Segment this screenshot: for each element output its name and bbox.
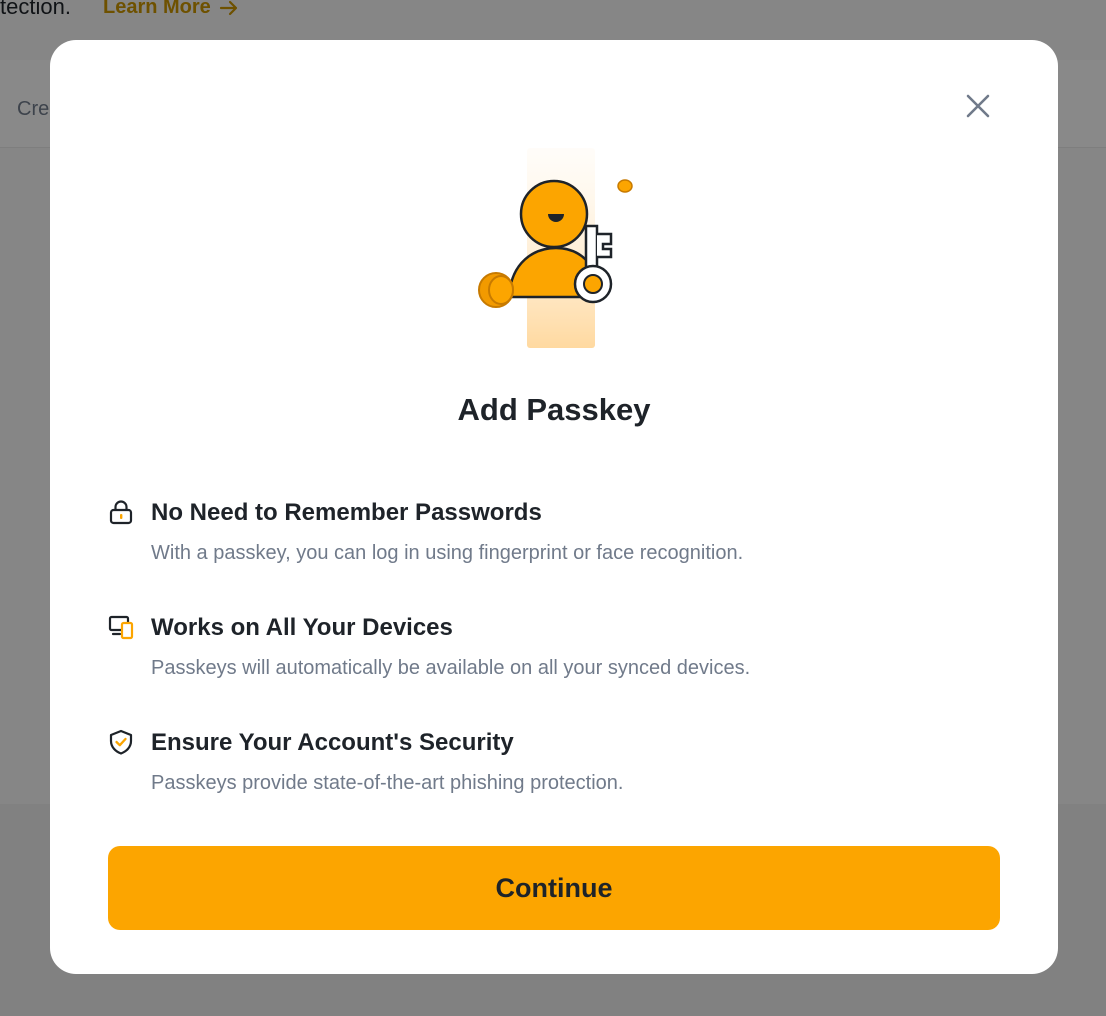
add-passkey-modal: Add Passkey No Need to Remember Password… xyxy=(50,40,1058,974)
continue-button[interactable]: Continue xyxy=(108,846,1000,930)
close-icon xyxy=(966,94,990,118)
feature-description: Passkeys provide state-of-the-art phishi… xyxy=(151,772,624,794)
feature-description: With a passkey, you can log in using fin… xyxy=(151,542,744,564)
shield-check-icon xyxy=(109,729,133,755)
close-button[interactable] xyxy=(962,90,994,122)
modal-title: Add Passkey xyxy=(457,392,651,427)
feature-description: Passkeys will automatically be available… xyxy=(151,657,751,679)
lock-icon xyxy=(109,500,133,525)
passkey-illustration xyxy=(478,148,633,348)
feature-title: Works on All Your Devices xyxy=(151,614,453,641)
feature-title: Ensure Your Account's Security xyxy=(151,729,514,756)
feature-title: No Need to Remember Passwords xyxy=(151,499,542,526)
devices-icon xyxy=(108,615,134,640)
